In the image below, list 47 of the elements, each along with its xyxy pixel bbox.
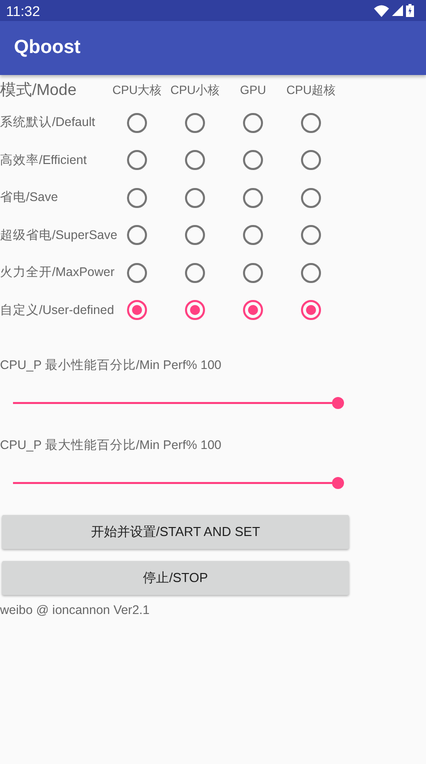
- radio-button[interactable]: [301, 188, 321, 208]
- clock: 11:32: [6, 2, 40, 18]
- radio-button[interactable]: [185, 112, 205, 133]
- slider-label: CPU_P 最小性能百分比/Min Perf% 100: [0, 357, 222, 374]
- radio-button[interactable]: [301, 150, 321, 170]
- radio-button[interactable]: [127, 150, 147, 170]
- radio-button[interactable]: [127, 300, 147, 320]
- radio-button[interactable]: [127, 262, 147, 283]
- radio-button[interactable]: [243, 262, 263, 283]
- radio-button[interactable]: [301, 225, 321, 246]
- mode-label: 高效率/Efficient: [0, 152, 88, 169]
- radio-button[interactable]: [243, 112, 263, 133]
- radio-button[interactable]: [185, 188, 205, 208]
- radio-button[interactable]: [185, 300, 205, 320]
- radio-button[interactable]: [127, 188, 147, 208]
- radio-button[interactable]: [185, 225, 205, 246]
- radio-button[interactable]: [301, 262, 321, 283]
- slider-label: CPU_P 最大性能百分比/Min Perf% 100: [0, 437, 222, 454]
- column-header: CPU小核: [169, 82, 221, 98]
- version-text: weibo @ ioncannon Ver2.1: [0, 603, 151, 617]
- slider[interactable]: [13, 477, 344, 489]
- slider[interactable]: [13, 397, 344, 409]
- column-header: CPU超核: [285, 82, 337, 98]
- wifi-icon: [374, 4, 389, 16]
- action-button[interactable]: 停止/STOP: [2, 561, 349, 595]
- radio-button[interactable]: [301, 300, 321, 320]
- action-button[interactable]: 开始并设置/START AND SET: [2, 515, 349, 549]
- mode-label: 系统默认/Default: [0, 114, 96, 132]
- app-title: Qboost: [14, 37, 80, 59]
- radio-button[interactable]: [243, 300, 263, 320]
- column-header: CPU大核: [111, 82, 163, 98]
- radio-button[interactable]: [301, 112, 321, 133]
- radio-button[interactable]: [185, 262, 205, 283]
- radio-button[interactable]: [185, 150, 205, 170]
- radio-button[interactable]: [243, 188, 263, 208]
- mode-label: 超级省电/SuperSave: [0, 226, 118, 244]
- mode-label: 省电/Save: [0, 189, 59, 206]
- signal-icon: [392, 5, 403, 16]
- radio-button[interactable]: [243, 150, 263, 170]
- battery-icon: [406, 4, 414, 17]
- radio-button[interactable]: [243, 225, 263, 246]
- column-header: GPU: [238, 83, 267, 97]
- radio-button[interactable]: [127, 112, 147, 133]
- column-header: 模式/Mode: [0, 80, 78, 100]
- radio-button[interactable]: [127, 225, 147, 246]
- mode-label: 自定义/User-defined: [0, 302, 116, 319]
- mode-label: 火力全开/MaxPower: [0, 264, 116, 282]
